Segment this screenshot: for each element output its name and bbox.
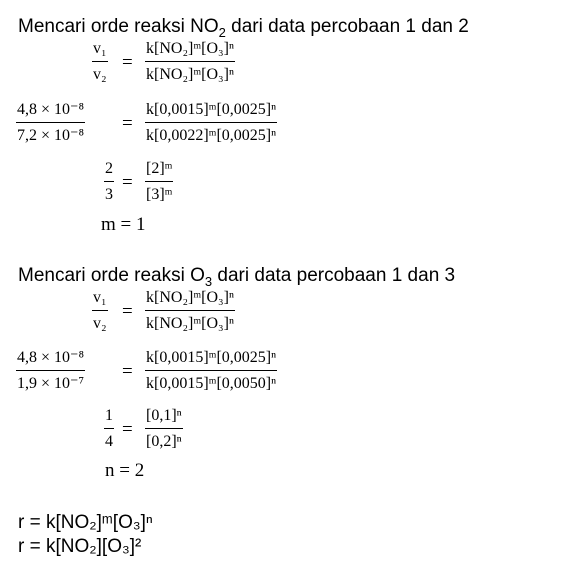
equals-sign: = [122, 172, 133, 193]
fraction-bar [16, 370, 86, 371]
section1-heading: Mencari orde reaksi NO2 dari data percob… [18, 16, 469, 40]
s2-simplified-denominator: 4 [105, 433, 113, 450]
fraction-bar [92, 310, 108, 311]
s1-simplified-rhs-numerator: [2]ᵐ [146, 160, 173, 177]
s2-ratio-denominator: v₂ [93, 315, 107, 332]
section2-heading: Mencari orde reaksi O3 dari data percoba… [18, 265, 456, 289]
fraction-bar [16, 122, 86, 123]
s1-simplified-fraction: 2 3 [104, 158, 114, 206]
s1-simplified-denominator: 3 [105, 186, 113, 203]
equals-sign: = [122, 419, 133, 440]
fraction-bar [145, 370, 278, 371]
s2-lhs-numerator: 4,8 × 10⁻⁸ [17, 349, 85, 366]
fraction-bar [145, 61, 235, 62]
s2-ratio-fraction: v₁ v₂ [92, 287, 108, 335]
equals-sign: = [122, 361, 133, 382]
fraction-bar [145, 181, 174, 182]
s2-rate-law-fraction: k[NO₂]ᵐ[O₃]ⁿ k[NO₂]ᵐ[O₃]ⁿ [145, 287, 235, 335]
s2-result: n = 2 [105, 460, 145, 481]
fraction-bar [104, 181, 114, 182]
s1-rate-law-denominator: k[NO₂]ᵐ[O₃]ⁿ [146, 66, 234, 83]
s2-simplified-rhs-numerator: [0,1]ⁿ [146, 407, 182, 424]
s2-rhs-numerator: k[0,0015]ᵐ[0,0025]ⁿ [146, 349, 277, 366]
s1-rhs-fraction: k[0,0015]ᵐ[0,0025]ⁿ k[0,0022]ᵐ[0,0025]ⁿ [145, 99, 278, 147]
s2-rhs-fraction: k[0,0015]ᵐ[0,0025]ⁿ k[0,0015]ᵐ[0,0050]ⁿ [145, 347, 278, 395]
fraction-bar [145, 428, 183, 429]
s1-lhs-fraction: 4,8 × 10⁻⁸ 7,2 × 10⁻⁸ [16, 99, 86, 147]
s1-rate-law-numerator: k[NO₂]ᵐ[O₃]ⁿ [146, 40, 234, 57]
fraction-bar [145, 122, 278, 123]
s2-ratio-numerator: v₁ [93, 289, 107, 306]
s1-lhs-denominator: 7,2 × 10⁻⁸ [17, 127, 85, 144]
s1-result: m = 1 [101, 214, 146, 235]
equals-sign: = [122, 301, 133, 322]
s2-rate-law-denominator: k[NO₂]ᵐ[O₃]ⁿ [146, 315, 234, 332]
s1-simplified-numerator: 2 [105, 160, 113, 177]
rate-law-final: r = k[NO₂][O₃]² [18, 536, 142, 557]
s2-simplified-fraction: 1 4 [104, 405, 114, 453]
s1-ratio-denominator: v₂ [93, 66, 107, 83]
s1-rhs-numerator: k[0,0015]ᵐ[0,0025]ⁿ [146, 101, 277, 118]
s2-simplified-numerator: 1 [105, 407, 113, 424]
equals-sign: = [122, 52, 133, 73]
s2-lhs-fraction: 4,8 × 10⁻⁸ 1,9 × 10⁻⁷ [16, 347, 86, 395]
s2-simplified-rhs-denominator: [0,2]ⁿ [146, 433, 182, 450]
s2-rhs-denominator: k[0,0015]ᵐ[0,0050]ⁿ [146, 375, 277, 392]
s1-ratio-numerator: v₁ [93, 40, 107, 57]
s1-rate-law-fraction: k[NO₂]ᵐ[O₃]ⁿ k[NO₂]ᵐ[O₃]ⁿ [145, 38, 235, 86]
s2-simplified-rhs-fraction: [0,1]ⁿ [0,2]ⁿ [145, 405, 183, 453]
s1-rhs-denominator: k[0,0022]ᵐ[0,0025]ⁿ [146, 127, 277, 144]
fraction-bar [145, 310, 235, 311]
s1-lhs-numerator: 4,8 × 10⁻⁸ [17, 101, 85, 118]
fraction-bar [92, 61, 108, 62]
equals-sign: = [122, 113, 133, 134]
fraction-bar [104, 428, 114, 429]
s1-simplified-rhs-fraction: [2]ᵐ [3]ᵐ [145, 158, 174, 206]
s2-rate-law-numerator: k[NO₂]ᵐ[O₃]ⁿ [146, 289, 234, 306]
rate-law-general: r = k[NO₂]ᵐ[O₃]ⁿ [18, 512, 153, 533]
s1-simplified-rhs-denominator: [3]ᵐ [146, 186, 173, 203]
s1-ratio-fraction: v₁ v₂ [92, 38, 108, 86]
s2-lhs-denominator: 1,9 × 10⁻⁷ [17, 375, 85, 392]
